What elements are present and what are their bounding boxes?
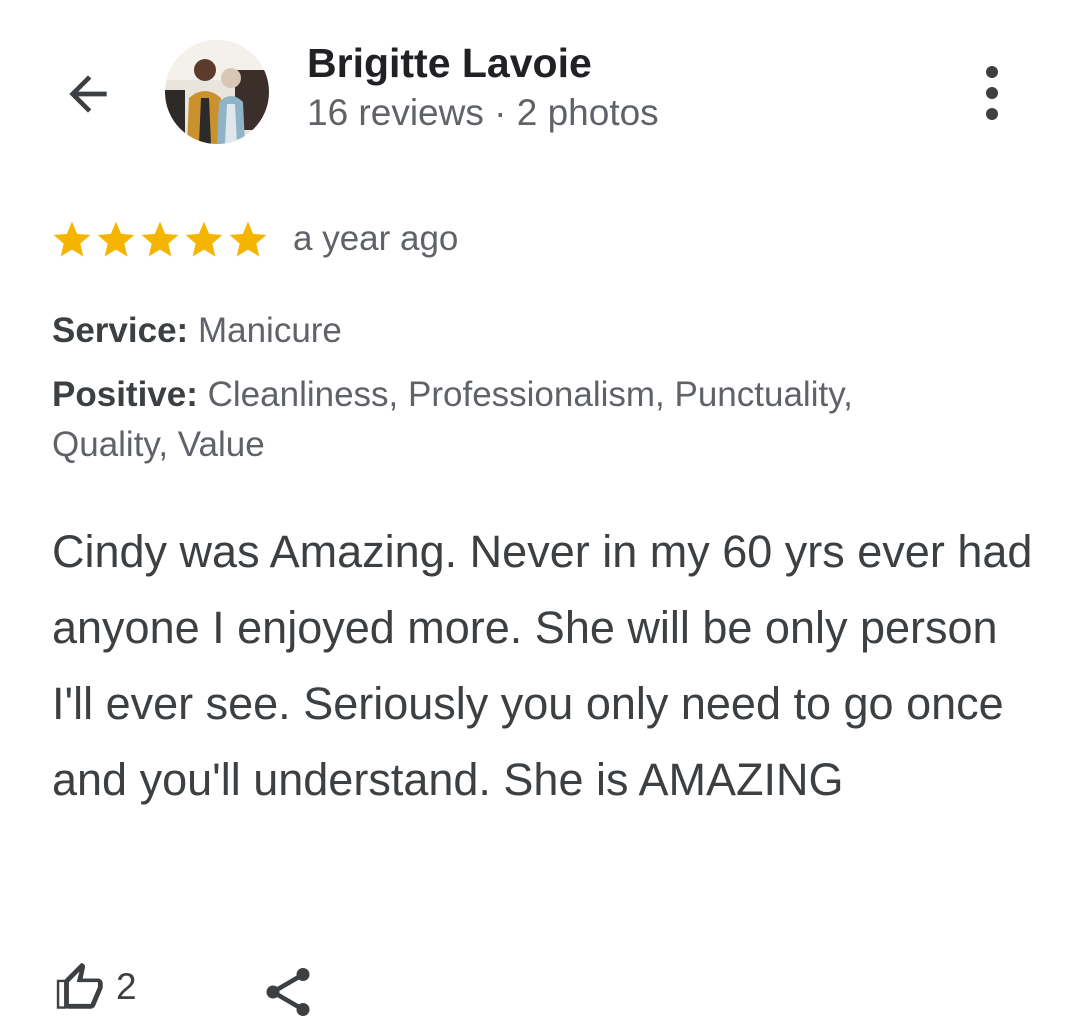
- arrow-left-icon: [69, 75, 107, 113]
- share-icon: [266, 968, 310, 1016]
- star-icon: [141, 221, 179, 257]
- star-rating: [50, 218, 270, 262]
- star-icon: [97, 221, 135, 257]
- reviewer-name[interactable]: Brigitte Lavoie: [307, 40, 592, 87]
- service-label: Service:: [52, 311, 189, 350]
- reviewer-stats: 16 reviews · 2 photos: [307, 92, 659, 133]
- like-count: 2: [116, 966, 137, 1007]
- star-icon: [185, 221, 223, 257]
- service-attribute: Service: Manicure: [52, 306, 952, 356]
- avatar-photo: [165, 40, 269, 144]
- star-icon: [53, 221, 91, 257]
- review-detail-page: Brigitte Lavoie 16 reviews · 2 photos a …: [0, 0, 1080, 1024]
- more-vertical-icon-dot: [986, 87, 998, 99]
- reviewer-avatar[interactable]: [165, 40, 269, 144]
- service-value: Manicure: [197, 311, 342, 350]
- positive-attribute: Positive: Cleanliness, Professionalism, …: [52, 370, 952, 470]
- positive-label: Positive:: [52, 375, 198, 414]
- thumbs-up-icon: [56, 962, 103, 1009]
- more-vertical-icon-dot: [986, 108, 998, 120]
- back-button[interactable]: [56, 62, 120, 126]
- share-button[interactable]: [258, 962, 318, 1022]
- more-options-button[interactable]: [968, 58, 1016, 128]
- review-time: a year ago: [293, 219, 459, 258]
- review-body: Cindy was Amazing. Never in my 60 yrs ev…: [52, 526, 1033, 805]
- more-vertical-icon-dot: [986, 66, 998, 78]
- star-icon: [229, 221, 267, 257]
- like-button[interactable]: 2: [52, 958, 137, 1016]
